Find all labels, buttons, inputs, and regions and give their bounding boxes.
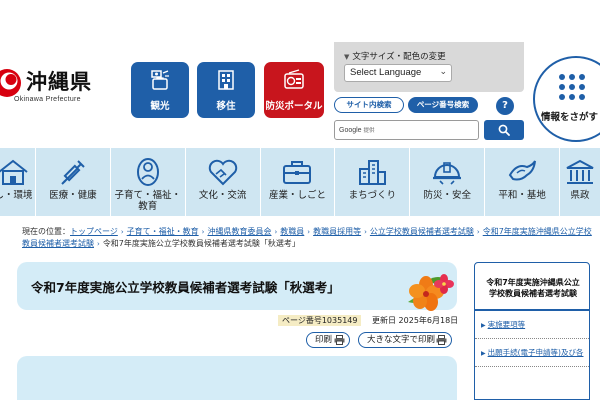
migration-label: 移住 <box>216 101 236 112</box>
chevron-right-icon: › <box>476 228 480 236</box>
breadcrumb-prefix: 現在の位置： <box>22 227 70 236</box>
migration-button[interactable]: 移住 <box>197 62 255 118</box>
page-title-box: 令和7年度実施公立学校教員候補者選考試験「秋選考」 <box>17 262 457 310</box>
side-menu-item[interactable]: ▶ 実施要項等 <box>475 311 589 339</box>
site-header: 沖縄県 Okinawa Prefecture 観光 移住 防災ポータル ▼ 文字… <box>0 42 600 142</box>
breadcrumb-link[interactable]: 公立学校教員候補者選考試験 <box>370 227 474 236</box>
handshake-heart-icon <box>208 159 237 186</box>
breadcrumb-link[interactable]: 沖縄県教育委員会 <box>207 227 271 236</box>
content-section-header <box>17 356 457 400</box>
hibiscus-flower-icon <box>408 274 454 311</box>
okinawa-logo[interactable]: 沖縄県 Okinawa Prefecture <box>0 66 120 110</box>
category-label: 平和・基地 <box>498 190 546 201</box>
category-medical[interactable]: 医療・健康 <box>36 148 111 216</box>
breadcrumb-current: 令和7年度実施公立学校教員候補者選考試験「秋選考」 <box>102 239 300 248</box>
search-icon <box>498 124 510 136</box>
chevron-right-icon: › <box>364 228 367 236</box>
disaster-radio-icon <box>284 69 304 89</box>
chevron-right-icon: › <box>97 240 100 248</box>
triangle-right-icon: ▶ <box>481 350 486 357</box>
printer-icon <box>334 335 345 345</box>
category-label: し・環境 <box>0 190 33 201</box>
tourism-icon <box>151 70 169 90</box>
syringe-icon <box>61 160 85 185</box>
disaster-portal-label: 防災ポータル <box>265 101 323 112</box>
chevron-right-icon: › <box>274 228 278 236</box>
disaster-portal-button[interactable]: 防災ポータル <box>264 62 324 118</box>
government-icon <box>566 159 594 184</box>
breadcrumb-link[interactable]: 教職員採用等 <box>313 227 361 236</box>
buildings-icon <box>359 160 387 185</box>
search-help-button[interactable]: ? <box>496 97 514 115</box>
category-culture[interactable]: 文化・交流 <box>186 148 261 216</box>
site-search-tab[interactable]: サイト内検索 <box>334 97 404 113</box>
triangle-right-icon: ▶ <box>481 322 486 329</box>
breadcrumb-link[interactable]: 教職員 <box>280 227 304 236</box>
dove-icon <box>508 160 537 181</box>
logo-text-ja: 沖縄県 <box>26 70 92 94</box>
category-label: 防災・安全 <box>423 190 471 201</box>
breadcrumb-link[interactable]: 子育て・福祉・教育 <box>127 227 199 236</box>
large-print-button[interactable]: 大きな文字で印刷 <box>358 332 452 348</box>
migration-icon <box>218 70 234 90</box>
category-living[interactable]: し・環境 <box>0 148 36 216</box>
category-label: 医療・健康 <box>49 190 97 201</box>
find-information-button[interactable]: 情報をさがす <box>533 56 600 142</box>
print-button[interactable]: 印刷 <box>306 332 350 348</box>
tourism-label: 観光 <box>150 101 170 112</box>
briefcase-icon <box>283 161 312 184</box>
category-label: まちづくり <box>348 190 397 201</box>
helmet-icon <box>433 162 462 185</box>
prefecture-emblem-icon <box>0 69 21 97</box>
find-information-label: 情報をさがす <box>541 112 599 123</box>
baby-icon <box>136 158 159 186</box>
category-peace[interactable]: 平和・基地 <box>485 148 561 216</box>
accessibility-tools: ▼ 文字サイズ・配色の変更 Select Language ⌄ <box>334 42 524 92</box>
category-label: 子育て・福祉・ 教育 <box>114 190 181 212</box>
chevron-right-icon: › <box>307 228 311 236</box>
page-title: 令和7年度実施公立学校教員候補者選考試験「秋選考」 <box>31 280 340 295</box>
page-number-search-tab[interactable]: ページ番号検索 <box>408 97 478 113</box>
page-meta: ページ番号1035149 更新日 2025年6月18日 <box>278 315 458 326</box>
printer-icon <box>436 335 447 345</box>
category-town[interactable]: まちづくり <box>335 148 411 216</box>
category-industry[interactable]: 産業・しごと <box>261 148 336 216</box>
category-government[interactable]: 県政 <box>560 148 600 216</box>
side-menu-heading[interactable]: 令和7年度実施沖縄県公立学校教員候補者選考試験 <box>475 263 589 311</box>
side-menu-item[interactable]: ▶ 出願手続(電子申請等)及び各 <box>475 339 589 367</box>
chevron-right-icon: › <box>201 228 205 236</box>
chevron-down-icon: ⌄ <box>439 66 447 76</box>
page-number: ページ番号1035149 <box>278 315 362 326</box>
search-button[interactable] <box>484 120 524 140</box>
category-label: 産業・しごと <box>268 190 326 201</box>
language-select[interactable]: Select Language ⌄ <box>344 64 452 82</box>
font-color-change-link[interactable]: ▼ 文字サイズ・配色の変更 <box>344 50 446 62</box>
grid-menu-icon <box>559 74 585 100</box>
search-input[interactable]: Google 提供 <box>334 120 479 140</box>
category-childcare[interactable]: 子育て・福祉・ 教育 <box>111 148 186 216</box>
google-provided-label: 提供 <box>363 128 375 134</box>
chevron-right-icon: › <box>120 228 124 236</box>
tourism-button[interactable]: 観光 <box>131 62 189 118</box>
house-icon <box>0 159 29 185</box>
category-label: 文化・交流 <box>198 190 247 201</box>
chevron-down-icon: ▼ <box>344 53 350 61</box>
category-safety[interactable]: 防災・安全 <box>410 148 486 216</box>
google-brand: Google <box>339 127 362 134</box>
breadcrumb-link[interactable]: トップページ <box>70 227 118 236</box>
updated-date: 更新日 2025年6月18日 <box>372 316 459 325</box>
side-menu: 令和7年度実施沖縄県公立学校教員候補者選考試験 ▶ 実施要項等 ▶ 出願手続(電子申… <box>474 262 590 400</box>
category-nav: し・環境 医療・健康 子育て・福祉・ 教育 文化・交流 産 <box>0 148 600 216</box>
logo-text-en: Okinawa Prefecture <box>14 96 81 103</box>
category-label: 県政 <box>570 190 590 201</box>
breadcrumb: 現在の位置：トップページ › 子育て・福祉・教育 › 沖縄県教育委員会 › 教職員 › 教職員採… <box>22 226 592 250</box>
